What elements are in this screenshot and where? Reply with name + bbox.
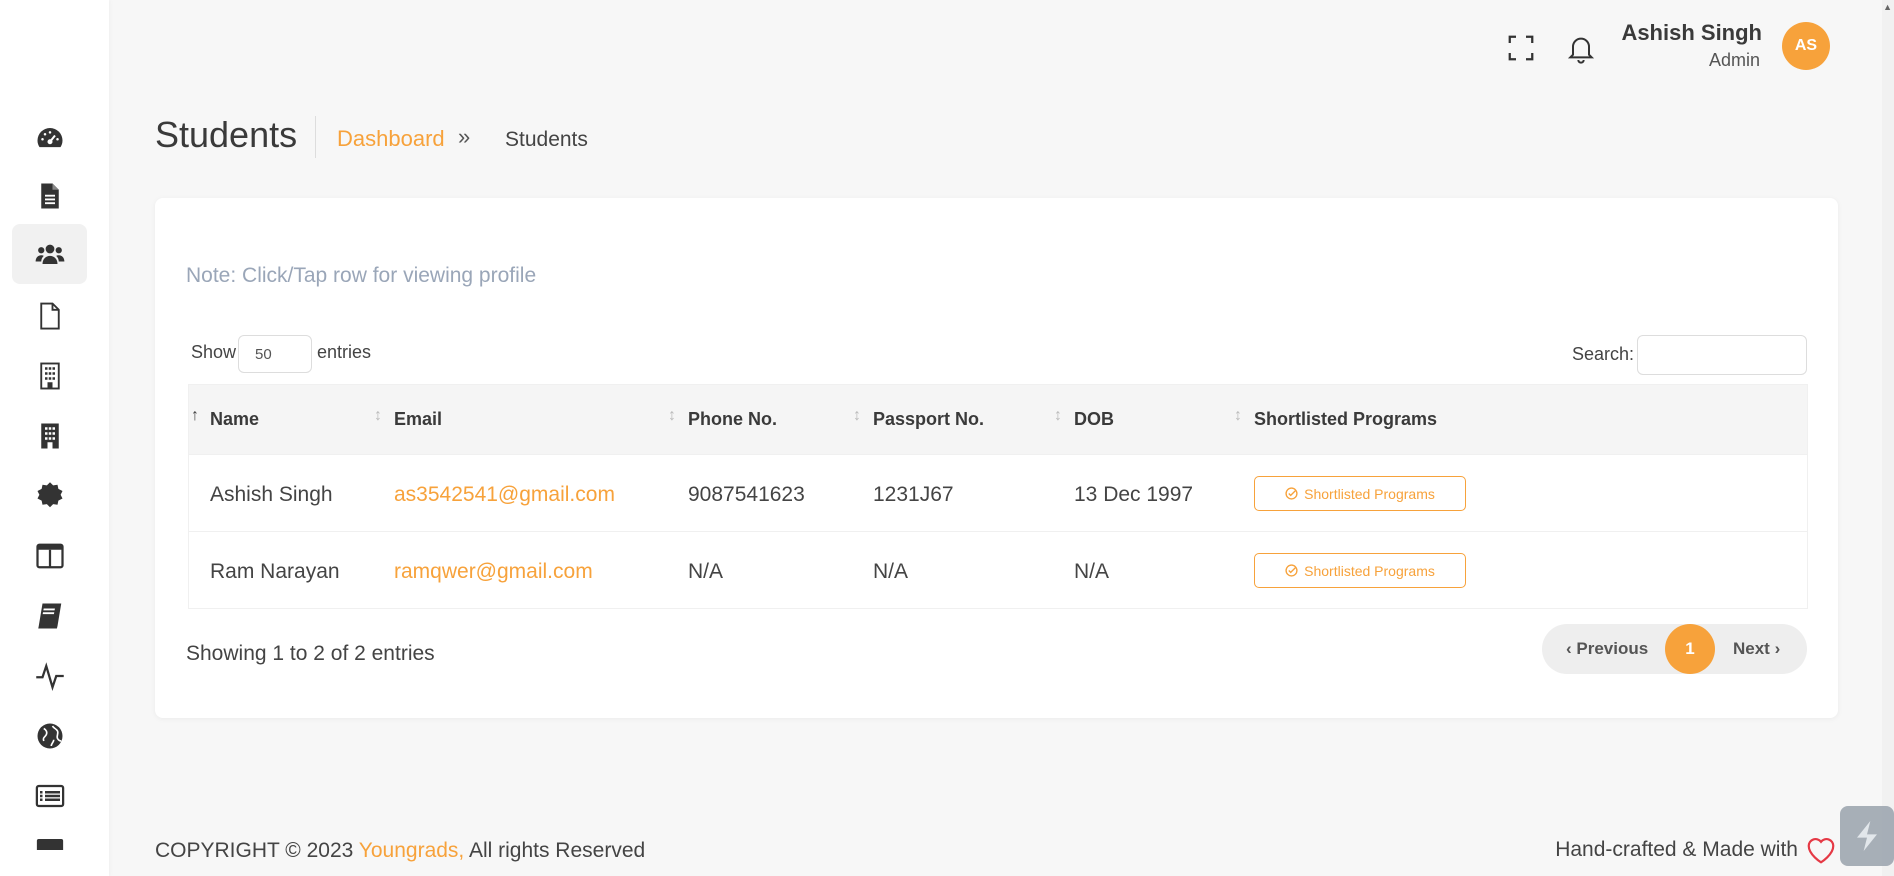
column-header-passport[interactable]: Passport No. bbox=[873, 409, 984, 430]
students-card: Note: Click/Tap row for viewing profile … bbox=[155, 198, 1838, 718]
column-header-shortlisted[interactable]: Shortlisted Programs bbox=[1254, 409, 1437, 430]
document-icon bbox=[40, 183, 59, 209]
column-header-dob[interactable]: DOB bbox=[1074, 409, 1114, 430]
fullscreen-icon bbox=[1508, 35, 1534, 61]
table-info: Showing 1 to 2 of 2 entries bbox=[186, 642, 435, 665]
entries-select[interactable]: 50 bbox=[238, 335, 312, 373]
column-header-name[interactable]: Name bbox=[210, 409, 259, 430]
lightning-icon bbox=[1857, 821, 1877, 851]
notifications-button[interactable] bbox=[1563, 28, 1599, 68]
heart-icon bbox=[1807, 838, 1835, 864]
sidebar-item-dashboard[interactable] bbox=[12, 108, 87, 168]
cell-phone: 9087541623 bbox=[688, 483, 805, 506]
cell-passport: 1231J67 bbox=[873, 483, 954, 506]
previous-page-button[interactable]: ‹ Previous bbox=[1566, 639, 1648, 659]
brand-link[interactable]: Youngrads, bbox=[359, 839, 464, 862]
sidebar-item-countries[interactable] bbox=[12, 706, 87, 766]
breadcrumb-separator: » bbox=[458, 124, 471, 149]
building-outline-icon bbox=[39, 362, 60, 390]
page-1-button[interactable]: 1 bbox=[1665, 624, 1715, 674]
activity-icon bbox=[35, 662, 64, 691]
sidebar-item-documents[interactable] bbox=[12, 166, 87, 226]
column-header-phone[interactable]: Phone No. bbox=[688, 409, 777, 430]
students-table: ↑ Name ↕ Email ↕ Phone No. ↕ Passport No… bbox=[188, 384, 1808, 609]
file-icon bbox=[39, 302, 60, 330]
floating-widget-button[interactable] bbox=[1840, 806, 1894, 866]
fullscreen-button[interactable] bbox=[1503, 28, 1539, 68]
scroll-up-icon[interactable]: ▲ bbox=[1883, 2, 1892, 12]
footer-credit: Hand-crafted & Made with bbox=[1555, 838, 1798, 861]
page-scrollbar[interactable]: ▲ bbox=[1882, 0, 1894, 876]
list-icon bbox=[35, 784, 64, 808]
cell-name: Ashish Singh bbox=[210, 483, 333, 506]
avatar[interactable]: AS bbox=[1782, 22, 1830, 70]
bell-icon bbox=[1567, 37, 1595, 64]
pagination: ‹ Previous 1 Next › bbox=[1542, 624, 1807, 674]
shortlisted-programs-label: Shortlisted Programs bbox=[1304, 562, 1435, 579]
column-header-email[interactable]: Email bbox=[394, 409, 442, 430]
users-icon bbox=[35, 244, 64, 264]
sidebar-item-students[interactable] bbox=[12, 224, 87, 284]
breadcrumb-current: Students bbox=[505, 128, 588, 151]
shortlisted-programs-button[interactable]: Shortlisted Programs bbox=[1254, 553, 1466, 588]
sidebar-item-list[interactable] bbox=[12, 766, 87, 826]
card-icon bbox=[36, 839, 63, 850]
sort-icon[interactable]: ↕ bbox=[668, 407, 676, 425]
sort-icon[interactable]: ↕ bbox=[853, 407, 861, 425]
sort-icon[interactable]: ↕ bbox=[374, 407, 382, 425]
cell-dob: 13 Dec 1997 bbox=[1074, 483, 1194, 506]
cell-phone: N/A bbox=[688, 560, 724, 583]
user-name[interactable]: Ashish Singh bbox=[1621, 20, 1762, 46]
building-icon bbox=[40, 423, 59, 449]
cell-email[interactable]: ramqwer@gmail.com bbox=[394, 560, 593, 584]
footer-copyright: COPYRIGHT © 2023 Youngrads, All rights R… bbox=[155, 839, 645, 863]
sidebar-item-campuses[interactable] bbox=[12, 406, 87, 466]
page-title: Students bbox=[155, 114, 298, 155]
sort-icon[interactable]: ↕ bbox=[1054, 407, 1062, 425]
cell-email[interactable]: as3542541@gmail.com bbox=[394, 483, 615, 507]
user-role: Admin bbox=[1708, 50, 1760, 70]
next-page-button[interactable]: Next › bbox=[1733, 639, 1780, 659]
table-header: ↑ Name ↕ Email ↕ Phone No. ↕ Passport No… bbox=[189, 385, 1807, 454]
sidebar-item-files[interactable] bbox=[12, 286, 87, 346]
certificate-icon bbox=[37, 482, 62, 508]
rights-text: All rights Reserved bbox=[464, 839, 646, 862]
dashboard-icon bbox=[37, 128, 62, 148]
check-circle-icon bbox=[1285, 564, 1298, 577]
show-label: Show bbox=[191, 342, 237, 362]
globe-icon bbox=[37, 723, 62, 749]
sort-icon[interactable]: ↑ bbox=[191, 407, 199, 425]
sidebar-item-certificates[interactable] bbox=[12, 466, 87, 526]
cell-dob: N/A bbox=[1074, 560, 1110, 583]
search-label: Search: bbox=[1572, 344, 1635, 364]
sort-icon[interactable]: ↕ bbox=[1234, 407, 1242, 425]
shortlisted-programs-label: Shortlisted Programs bbox=[1304, 485, 1435, 502]
book-icon bbox=[37, 603, 61, 629]
sidebar-item-programs[interactable] bbox=[12, 586, 87, 646]
search-input[interactable] bbox=[1637, 335, 1807, 375]
cell-passport: N/A bbox=[873, 560, 909, 583]
shortlisted-programs-button[interactable]: Shortlisted Programs bbox=[1254, 476, 1466, 511]
table-row[interactable]: Ashish Singh as3542541@gmail.com 9087541… bbox=[189, 454, 1807, 531]
sidebar-item-activity[interactable] bbox=[12, 646, 87, 706]
note-text: Note: Click/Tap row for viewing profile bbox=[186, 264, 537, 287]
sidebar-item-layout[interactable] bbox=[12, 526, 87, 586]
copyright-text: COPYRIGHT © 2023 bbox=[155, 839, 359, 862]
sidebar bbox=[0, 0, 109, 876]
entries-label: entries bbox=[317, 342, 372, 362]
cell-name: Ram Narayan bbox=[210, 560, 340, 583]
breadcrumb-dashboard-link[interactable]: Dashboard bbox=[337, 126, 445, 152]
sidebar-item-payments[interactable] bbox=[12, 826, 87, 850]
check-circle-icon bbox=[1285, 487, 1298, 500]
columns-icon bbox=[35, 543, 64, 569]
sidebar-item-universities[interactable] bbox=[12, 346, 87, 406]
title-divider bbox=[315, 116, 316, 158]
table-row[interactable]: Ram Narayan ramqwer@gmail.com N/A N/A N/… bbox=[189, 531, 1807, 608]
